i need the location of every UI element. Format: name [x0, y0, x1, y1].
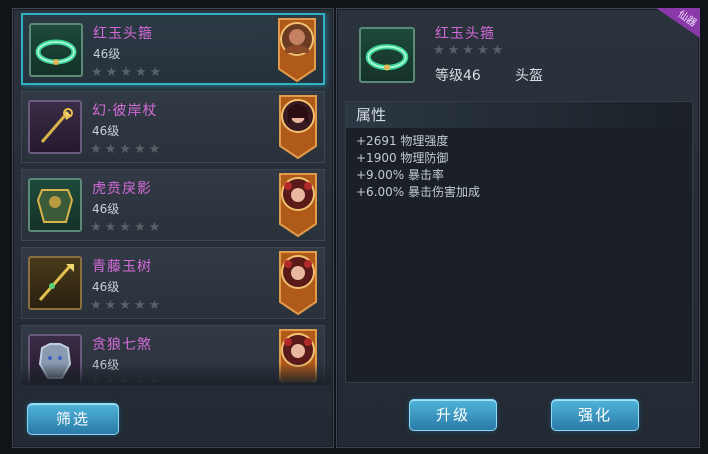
hero-portrait-badge [279, 95, 317, 160]
detail-header: 红玉头箍 ★★★★★ 等级46 头盔 仙器 [337, 8, 700, 97]
detail-slot: 头盔 [515, 68, 543, 84]
detail-item-icon [359, 27, 415, 83]
item-icon [28, 100, 82, 154]
item-stars: ★★★★★ [90, 142, 164, 157]
item-name: 青藤玉树 [92, 259, 152, 275]
attribute-box: 属性 +2691 物理强度 +1900 物理防御 +9.00% 暴击率 +6.0… [345, 101, 693, 383]
attribute-line: +1900 物理防御 [356, 151, 449, 165]
item-stars: ★★★★★ [91, 65, 165, 80]
staff-icon [40, 108, 73, 143]
item-name: 幻·彼岸杖 [92, 103, 158, 119]
item-detail-panel: 红玉头箍 ★★★★★ 等级46 头盔 仙器 属性 +2691 物理强度 +190… [336, 8, 700, 448]
list-item-qingteng-yushu[interactable]: 青藤玉树 46级 ★★★★★ [21, 247, 325, 319]
attribute-line: +9.00% 暴击率 [356, 168, 444, 182]
item-name: 虎贲戾影 [92, 181, 152, 197]
hero-portrait-badge [278, 18, 316, 83]
jade-circlet-icon [365, 44, 409, 71]
hero-portrait-badge [279, 173, 317, 238]
item-level: 46级 [93, 47, 121, 61]
detail-item-name: 红玉头箍 [435, 26, 495, 42]
list-scroll-fade [21, 363, 331, 385]
item-name: 贪狼七煞 [92, 337, 152, 353]
list-item-hongyu-toujia[interactable]: 红玉头箍 46级 ★★★★★ [21, 13, 325, 85]
item-name: 红玉头箍 [93, 26, 153, 42]
attribute-line: +6.00% 暴击伤害加成 [356, 185, 480, 199]
filter-button[interactable]: 筛选 [27, 403, 119, 435]
list-item-huan-bianzhang[interactable]: 幻·彼岸杖 46级 ★★★★★ [21, 91, 325, 163]
detail-level: 等级46 [435, 68, 481, 84]
armor-icon [36, 189, 74, 223]
item-level: 46级 [92, 280, 120, 294]
item-icon [29, 23, 83, 77]
spear-icon [38, 264, 74, 301]
jade-circlet-icon [35, 39, 77, 65]
list-item-huben-liying[interactable]: 虎贲戾影 46级 ★★★★★ [21, 169, 325, 241]
item-level: 46级 [92, 124, 120, 138]
enhance-button[interactable]: 强化 [551, 399, 639, 431]
equipment-list-panel: 红玉头箍 46级 ★★★★★ 幻·彼岸杖 46级 ★★★★★ 虎贲戾影 46级 … [12, 8, 334, 448]
attribute-line: +2691 物理强度 [356, 134, 449, 148]
upgrade-button[interactable]: 升级 [409, 399, 497, 431]
attribute-title: 属性 [346, 102, 692, 128]
rarity-corner-tag: 仙器 [656, 8, 700, 38]
hero-portrait-badge [279, 251, 317, 316]
item-icon [28, 256, 82, 310]
item-icon [28, 178, 82, 232]
detail-stars: ★★★★★ [433, 43, 507, 58]
equipment-list[interactable]: 红玉头箍 46级 ★★★★★ 幻·彼岸杖 46级 ★★★★★ 虎贲戾影 46级 … [21, 13, 331, 383]
item-level: 46级 [92, 202, 120, 216]
item-stars: ★★★★★ [90, 220, 164, 235]
item-stars: ★★★★★ [90, 298, 164, 313]
